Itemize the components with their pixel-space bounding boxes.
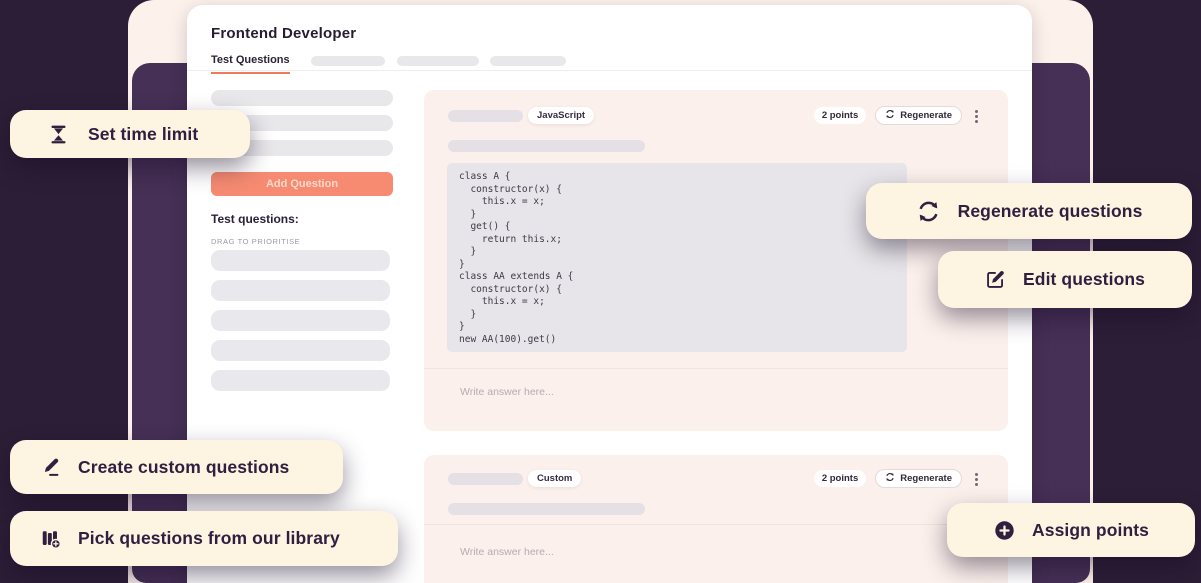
tab-skeleton[interactable] (311, 56, 385, 66)
more-options-icon[interactable] (975, 473, 978, 476)
regenerate-button[interactable]: Regenerate (875, 469, 962, 488)
code-text: class A { constructor(x) { this.x = x; }… (459, 171, 895, 346)
add-question-button[interactable]: Add Question (211, 172, 393, 196)
question-drag-item[interactable] (211, 250, 390, 271)
question-card: JavaScript 2 points Rege (424, 90, 1008, 431)
answer-input[interactable]: Write answer here... (460, 386, 554, 398)
hourglass-icon (48, 124, 69, 145)
pencil-line-icon (40, 456, 62, 478)
pick-questions-library-button[interactable]: Pick questions from our library (10, 511, 398, 566)
regenerate-button[interactable]: Regenerate (875, 106, 962, 125)
callout-label: Regenerate questions (958, 201, 1143, 222)
create-custom-questions-button[interactable]: Create custom questions (10, 440, 343, 494)
divider (424, 524, 1008, 525)
skeleton-bar (448, 110, 523, 122)
callout-label: Edit questions (1023, 269, 1145, 290)
question-drag-item[interactable] (211, 280, 390, 301)
set-time-limit-button[interactable]: Set time limit (10, 110, 250, 158)
tab-test-questions[interactable]: Test Questions (211, 54, 290, 74)
skeleton-bar (448, 473, 523, 485)
refresh-icon (885, 109, 895, 122)
library-plus-icon (40, 528, 62, 550)
assign-points-button[interactable]: Assign points (947, 503, 1195, 557)
more-options-icon[interactable] (975, 110, 978, 113)
answer-input[interactable]: Write answer here... (460, 546, 554, 558)
question-drag-item[interactable] (211, 340, 390, 361)
skeleton-bar (448, 140, 645, 152)
plus-circle-icon (993, 519, 1016, 542)
drag-to-prioritise-hint: DRAG TO PRIORITISE (211, 237, 300, 246)
refresh-icon (885, 472, 895, 485)
test-questions-label: Test questions: (211, 212, 299, 226)
app-window: Frontend Developer Test Questions Add Qu… (187, 5, 1032, 583)
question-tag-badge: JavaScript (528, 107, 594, 124)
page-title: Frontend Developer (211, 25, 356, 42)
points-badge: 2 points (814, 470, 866, 487)
points-badge: 2 points (814, 107, 866, 124)
question-drag-item[interactable] (211, 370, 390, 391)
skeleton-bar (211, 90, 393, 106)
refresh-icon (916, 199, 941, 224)
regenerate-label: Regenerate (900, 473, 952, 484)
callout-label: Set time limit (88, 124, 198, 145)
edit-questions-button[interactable]: Edit questions (938, 251, 1192, 308)
callout-label: Pick questions from our library (78, 528, 340, 549)
regenerate-label: Regenerate (900, 110, 952, 121)
code-snippet: class A { constructor(x) { this.x = x; }… (447, 163, 907, 352)
question-drag-item[interactable] (211, 310, 390, 331)
question-card: Custom 2 points Regenera (424, 455, 1008, 583)
callout-label: Assign points (1032, 520, 1149, 541)
question-tag-badge: Custom (528, 470, 581, 487)
skeleton-bar (448, 503, 645, 515)
callout-label: Create custom questions (78, 457, 289, 478)
divider (424, 368, 1008, 369)
questions-list: JavaScript 2 points Rege (424, 5, 1008, 583)
regenerate-questions-button[interactable]: Regenerate questions (866, 183, 1192, 239)
edit-square-icon (985, 269, 1006, 290)
